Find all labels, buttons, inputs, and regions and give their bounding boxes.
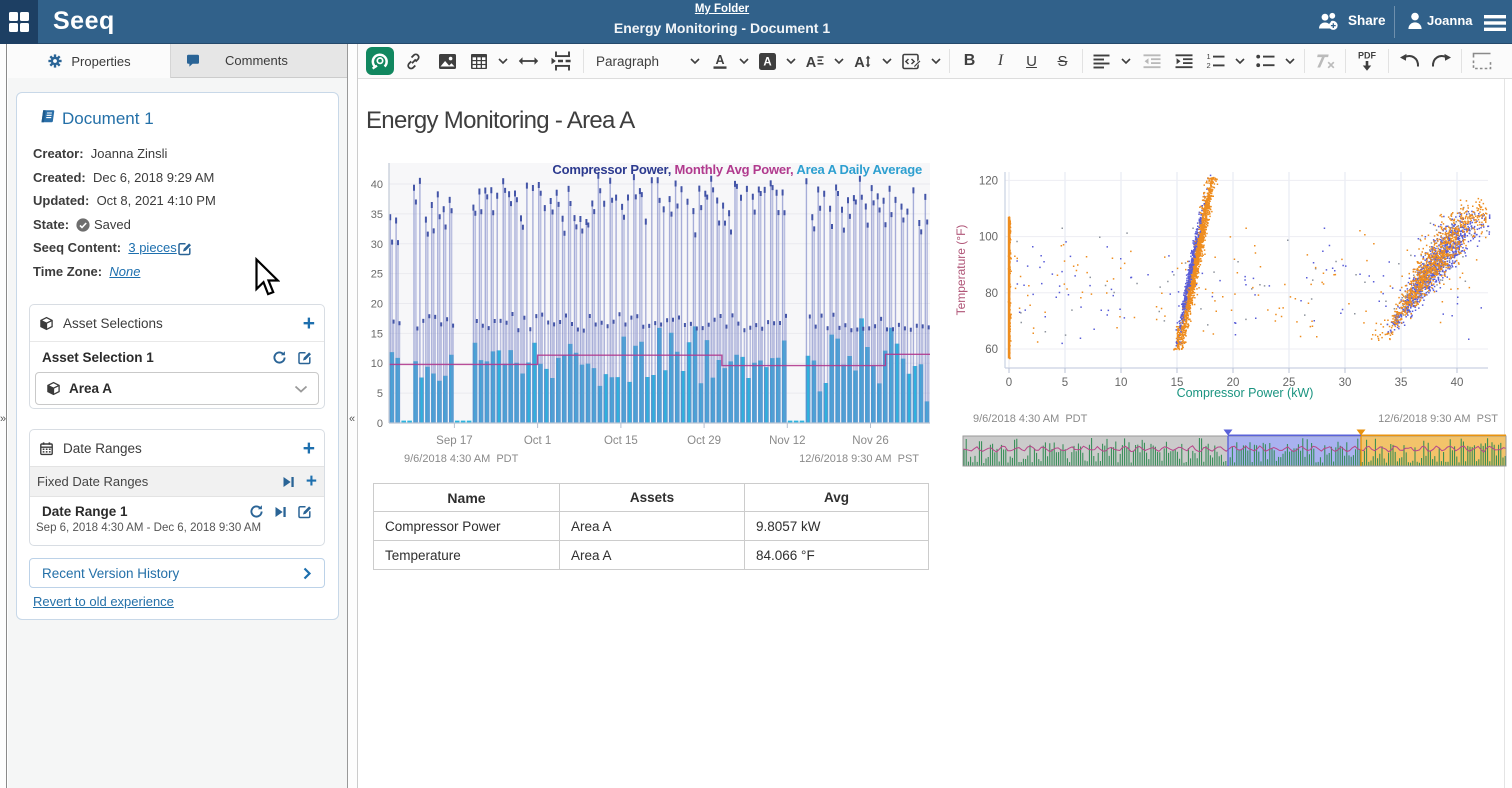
svg-text:40: 40	[371, 179, 383, 191]
svg-text:12/6/2018 9:30 AM PST: 12/6/2018 9:30 AM PST	[799, 453, 919, 465]
svg-text:0: 0	[377, 418, 383, 430]
svg-text:Oct 1: Oct 1	[524, 435, 551, 447]
svg-text:30: 30	[371, 239, 383, 251]
svg-text:100: 100	[979, 232, 998, 244]
svg-text:Nov 12: Nov 12	[769, 435, 805, 447]
svg-text:A: A	[763, 56, 771, 68]
svg-text:120: 120	[979, 175, 998, 187]
svg-text:5: 5	[1062, 377, 1068, 389]
svg-text:1: 1	[1206, 53, 1210, 61]
svg-text:35: 35	[1395, 377, 1408, 389]
svg-text:Compressor Power (kW): Compressor Power (kW)	[1177, 386, 1314, 400]
svg-text:A: A	[806, 55, 817, 69]
svg-text:12/6/2018 9:30 AM PST: 12/6/2018 9:30 AM PST	[1378, 413, 1498, 425]
svg-text:30: 30	[1339, 377, 1352, 389]
svg-text:5: 5	[377, 388, 383, 400]
svg-text:0: 0	[1006, 377, 1012, 389]
svg-text:9/6/2018 4:30 AM PDT: 9/6/2018 4:30 AM PDT	[404, 453, 519, 465]
svg-text:35: 35	[371, 209, 383, 221]
svg-text:Compressor Power, Monthly Avg: Compressor Power, Monthly Avg Power, Are…	[552, 162, 922, 177]
svg-text:Sep 17: Sep 17	[436, 435, 472, 447]
svg-text:10: 10	[1115, 377, 1128, 389]
svg-text:Oct 29: Oct 29	[687, 435, 721, 447]
svg-text:60: 60	[985, 344, 998, 356]
svg-text:Temperature (°F): Temperature (°F)	[954, 225, 968, 316]
svg-text:10: 10	[371, 358, 383, 370]
svg-text:A: A	[715, 53, 724, 67]
svg-text:2: 2	[1206, 61, 1210, 69]
svg-text:20: 20	[371, 299, 383, 311]
svg-text:9/6/2018 4:30 AM PDT: 9/6/2018 4:30 AM PDT	[973, 413, 1088, 425]
svg-text:25: 25	[371, 269, 383, 281]
svg-text:A: A	[854, 55, 865, 69]
svg-text:80: 80	[985, 288, 998, 300]
svg-text:40: 40	[1451, 377, 1464, 389]
svg-text:PDF: PDF	[1358, 51, 1377, 61]
svg-text:Oct 15: Oct 15	[604, 435, 638, 447]
svg-text:Nov 26: Nov 26	[852, 435, 888, 447]
svg-text:15: 15	[371, 328, 383, 340]
